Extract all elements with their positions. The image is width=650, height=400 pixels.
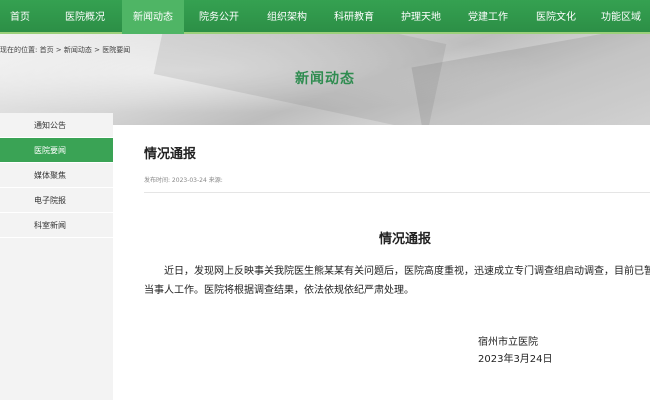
nav-item-home[interactable]: 首页 [0, 0, 40, 34]
nav-item-news[interactable]: 新闻动态 [122, 0, 184, 34]
signature-date: 2023年3月24日 [478, 354, 553, 365]
nav-item-nursing[interactable]: 护理天地 [390, 0, 452, 34]
sidebar-item-media-focus[interactable]: 媒体聚焦 [0, 163, 113, 188]
signature-organization: 宿州市立医院 [478, 337, 538, 348]
sidebar-item-department-news[interactable]: 科室新闻 [0, 213, 113, 238]
nav-item-affairs-public[interactable]: 院务公开 [188, 0, 250, 34]
nav-item-research-education[interactable]: 科研教育 [323, 0, 385, 34]
nav-item-organization[interactable]: 组织架构 [256, 0, 318, 34]
sidebar: 通知公告 医院要闻 媒体聚焦 电子院报 科室新闻 [0, 113, 113, 400]
sidebar-item-hospital-news[interactable]: 医院要闻 [0, 138, 113, 163]
nav-item-function-area[interactable]: 功能区域 [592, 0, 650, 34]
sidebar-item-notices[interactable]: 通知公告 [0, 113, 113, 138]
nav-item-party-building[interactable]: 党建工作 [457, 0, 519, 34]
article-body-heading: 情况通报 [378, 232, 431, 247]
sidebar-item-e-newspaper[interactable]: 电子院报 [0, 188, 113, 213]
divider [144, 192, 650, 193]
nav-item-hospital-overview[interactable]: 医院概况 [54, 0, 116, 34]
banner-decoration [411, 34, 650, 125]
nav-item-hospital-culture[interactable]: 医院文化 [525, 0, 587, 34]
article-meta: 发布时间: 2023-03-24 来源: [144, 177, 223, 184]
article-title: 情况通报 [144, 147, 197, 162]
top-navigation-bar: 首页 医院概况 新闻动态 院务公开 组织架构 科研教育 护理天地 党建工作 医院… [0, 0, 650, 34]
banner-title: 新闻动态 [295, 71, 355, 87]
article-paragraph: 近日，发现网上反映事关我院医生熊某某有关问题后，医院高度重视，迅速成立专门调查组… [144, 266, 650, 296]
breadcrumb[interactable]: 现在的位置: 首页 > 新闻动态 > 医院要闻 [0, 45, 130, 55]
